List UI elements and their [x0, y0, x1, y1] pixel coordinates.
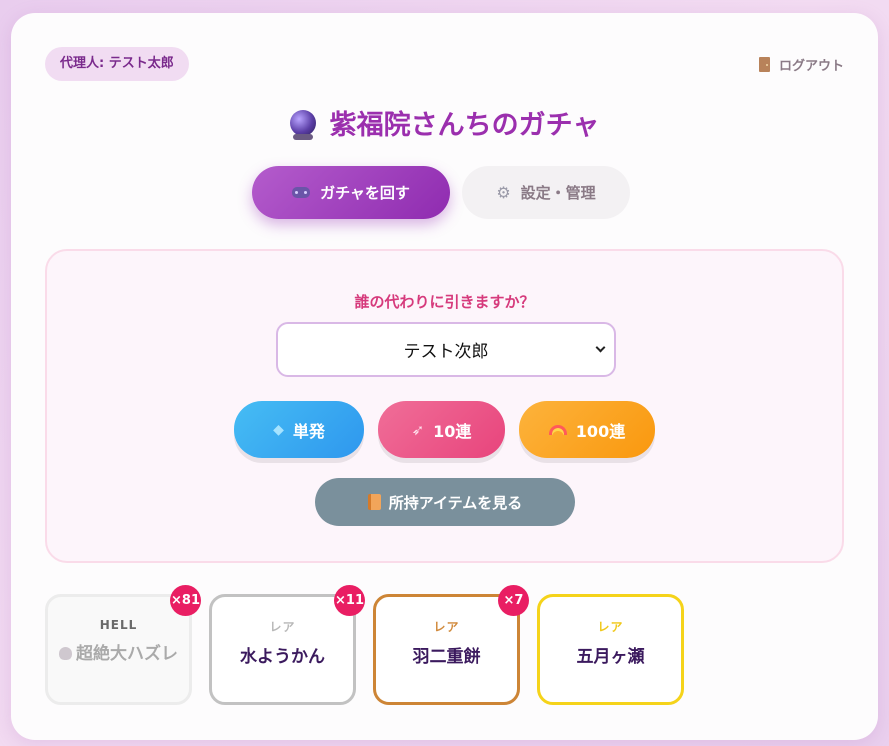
gacha-panel: 誰の代わりに引きますか？ テスト次郎 ◆ 単発 ➶ 10連 100連 所持アイテ…	[45, 249, 844, 563]
count-badge: ×81	[170, 585, 201, 616]
logout-button[interactable]: ログアウト	[758, 55, 844, 74]
prize-card[interactable]: レア 五月ヶ瀬	[537, 594, 684, 705]
tab-settings[interactable]: ⚙ 設定・管理	[462, 166, 630, 219]
view-items-button[interactable]: 所持アイテムを見る	[315, 478, 575, 526]
count-badge: ×11	[334, 585, 365, 616]
prize-name-wrap: 超絶大ハズレ	[49, 642, 188, 667]
tab-gacha[interactable]: ガチャを回す	[252, 166, 450, 219]
prize-card[interactable]: HELL 超絶大ハズレ ×81	[45, 585, 201, 705]
rocket-icon: ➶	[411, 420, 425, 439]
prize-rarity: レア	[433, 620, 460, 634]
user-select-value: テスト次郎	[403, 342, 489, 362]
gear-icon: ⚙	[496, 183, 511, 202]
prize-list: HELL 超絶大ハズレ ×81 レア 水ようかん ×11 レア 羽二重餅 ×7 …	[45, 585, 684, 705]
logout-label: ログアウト	[778, 59, 844, 74]
agent-badge: 代理人: テスト太郎	[45, 47, 189, 81]
page-title-text: 紫福院さんちのガチャ	[329, 110, 600, 141]
view-items-label: 所持アイテムを見る	[388, 493, 523, 512]
tab-settings-label: 設定・管理	[520, 184, 596, 202]
hundred-pull-label: 100連	[575, 421, 626, 441]
hundred-pull-button[interactable]: 100連	[519, 401, 655, 458]
prize-card[interactable]: レア 羽二重餅 ×7	[373, 585, 529, 705]
ten-pull-label: 10連	[433, 421, 472, 441]
prize-name: 羽二重餅	[412, 647, 481, 667]
main-card: 代理人: テスト太郎 ログアウト 紫福院さんちのガチャ ガチャを回す ⚙ 設定・…	[11, 13, 878, 740]
pull-buttons: ◆ 単発 ➶ 10連 100連	[234, 401, 655, 458]
single-pull-button[interactable]: ◆ 単発	[234, 401, 364, 458]
gem-icon: ◆	[273, 421, 284, 438]
prize-name: 五月ヶ瀬	[576, 647, 645, 667]
skull-icon	[59, 647, 72, 660]
book-icon	[367, 494, 381, 510]
single-pull-label: 単発	[292, 421, 325, 441]
rainbow-icon	[548, 424, 567, 435]
prize-card[interactable]: レア 水ようかん ×11	[209, 585, 365, 705]
door-icon	[758, 57, 770, 72]
prize-name: 超絶大ハズレ	[76, 644, 178, 664]
tab-gacha-label: ガチャを回す	[320, 184, 410, 202]
user-select[interactable]: テスト次郎	[276, 322, 616, 377]
page-title: 紫福院さんちのガチャ	[11, 103, 878, 142]
prize-rarity: レア	[269, 620, 296, 634]
draw-for-prompt: 誰の代わりに引きますか？	[354, 293, 535, 311]
prize-name: 水ようかん	[240, 647, 325, 667]
prize-rarity: HELL	[99, 618, 138, 632]
chevron-down-icon	[595, 342, 606, 353]
tab-bar: ガチャを回す ⚙ 設定・管理	[252, 166, 630, 219]
gamepad-icon	[292, 187, 311, 198]
ten-pull-button[interactable]: ➶ 10連	[378, 401, 505, 458]
count-badge: ×7	[498, 585, 529, 616]
prize-rarity: レア	[597, 620, 624, 634]
crystal-ball-icon	[289, 109, 316, 140]
